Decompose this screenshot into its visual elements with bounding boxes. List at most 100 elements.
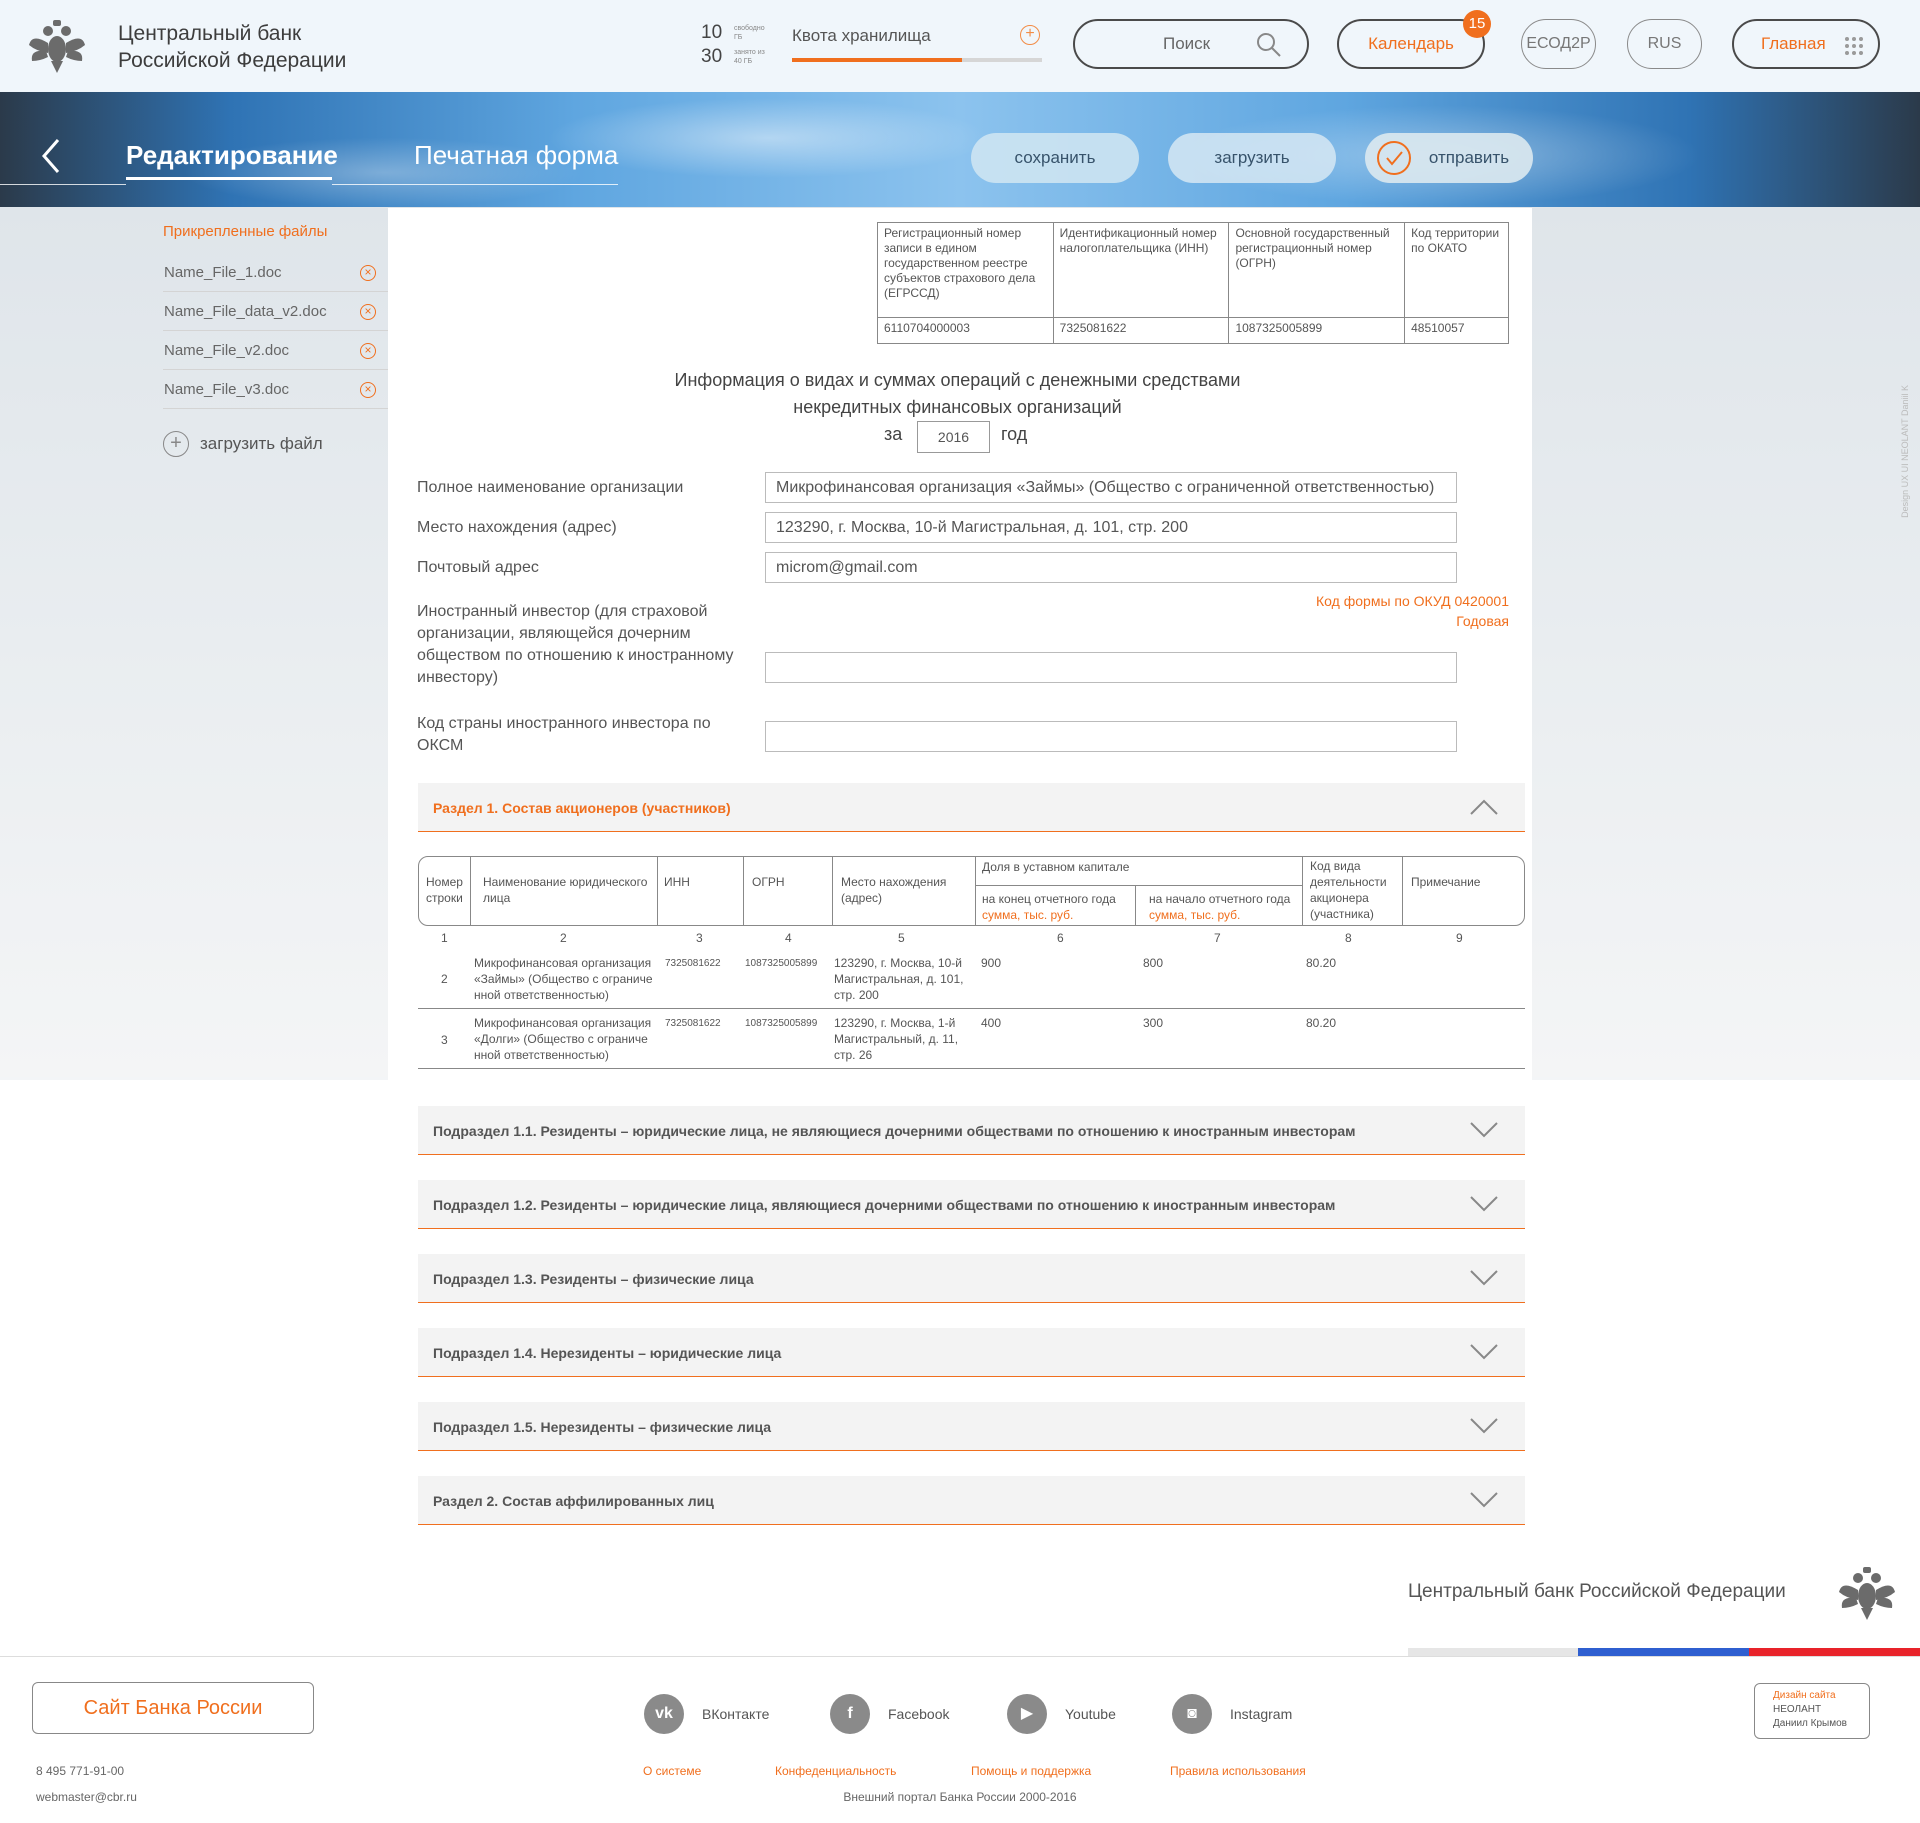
col-number: 5 xyxy=(898,931,905,945)
chevron-up-icon[interactable] xyxy=(1469,798,1499,816)
load-button[interactable]: загрузить xyxy=(1168,133,1336,183)
bank-site-button[interactable]: Сайт Банка России xyxy=(32,1682,314,1734)
tab-print-form[interactable]: Печатная форма xyxy=(414,140,618,171)
save-button[interactable]: сохранить xyxy=(971,133,1139,183)
address-field[interactable]: 123290, г. Москва, 10-й Магистральная, д… xyxy=(765,512,1457,543)
subsection-title: Подраздел 1.3. Резиденты – физические ли… xyxy=(433,1271,754,1287)
col-number: 7 xyxy=(1214,931,1221,945)
cell-name: Микрофинансовая организация «Долги» (Общ… xyxy=(474,1016,652,1062)
section-1-header[interactable]: Раздел 1. Состав акционеров (участников) xyxy=(418,783,1525,832)
remove-file-icon[interactable]: × xyxy=(360,382,376,398)
col-header-unit: сумма, тыс. руб. xyxy=(982,908,1074,922)
quota-add-icon[interactable]: + xyxy=(1020,25,1040,45)
org-name-field[interactable]: Микрофинансовая организация «Займы» (Общ… xyxy=(765,472,1457,503)
attached-file-item[interactable]: Name_File_v2.doc × xyxy=(163,331,388,370)
calendar-badge: 15 xyxy=(1463,10,1491,38)
remove-file-icon[interactable]: × xyxy=(360,343,376,359)
send-button[interactable]: отправить xyxy=(1365,133,1533,183)
cell-share-end: 900 xyxy=(981,956,1002,970)
design-credit[interactable]: Дизайн сайта НЕОЛАНТ Даниил Крымов xyxy=(1754,1683,1870,1739)
footer-link-about[interactable]: О системе xyxy=(643,1764,701,1778)
remove-file-icon[interactable]: × xyxy=(360,265,376,281)
social-label: Facebook xyxy=(888,1706,950,1722)
language-button[interactable]: RUS xyxy=(1627,19,1702,69)
col-separator xyxy=(1402,857,1403,925)
cell-ogrn: 1087325005899 xyxy=(745,958,818,969)
esod-button[interactable]: ЕСОД2Р xyxy=(1521,19,1596,69)
header: Центральный банк Российской Федерации 10… xyxy=(0,0,1920,92)
investor-country-field[interactable] xyxy=(765,721,1457,752)
footer-divider xyxy=(0,1656,1920,1657)
footer-bank-name: Центральный банк Российской Федерации xyxy=(1408,1581,1786,1602)
cell-name: Микрофинансовая организация «Займы» (Общ… xyxy=(474,956,653,1002)
search-input[interactable]: Поиск xyxy=(1163,34,1210,54)
subsection-1-3[interactable]: Подраздел 1.3. Резиденты – физические ли… xyxy=(418,1254,1525,1303)
reg-value: 6110704000003 xyxy=(877,317,1054,344)
back-arrow-icon[interactable] xyxy=(36,136,66,176)
chevron-down-icon[interactable] xyxy=(1469,1195,1499,1213)
cell-address: 123290, г. Москва, 10-й Магистральная, д… xyxy=(834,956,964,1002)
footer-link-help[interactable]: Помощь и поддержка xyxy=(971,1764,1091,1778)
grid-menu-icon xyxy=(1845,37,1863,55)
form-title-line-1: Информация о видах и суммах операций с д… xyxy=(674,370,1241,390)
tab-edit[interactable]: Редактирование xyxy=(126,140,338,171)
quota-free-label: свободно ГБ xyxy=(734,25,765,41)
subsection-1-5[interactable]: Подраздел 1.5. Нерезиденты – физические … xyxy=(418,1402,1525,1451)
attached-file-item[interactable]: Name_File_v3.doc × xyxy=(163,370,388,409)
footer-email[interactable]: webmaster@cbr.ru xyxy=(36,1790,137,1804)
col-separator xyxy=(743,857,744,925)
section-1-title: Раздел 1. Состав акционеров (участников) xyxy=(433,800,731,816)
cell-share-begin: 300 xyxy=(1143,1016,1164,1030)
logo-text: Центральный банк Российской Федерации xyxy=(118,20,346,74)
quota-progress-fill xyxy=(792,58,962,62)
col-number: 2 xyxy=(560,931,567,945)
remove-file-icon[interactable]: × xyxy=(360,304,376,320)
vertical-credit: Design UX UI NEOLANT Daniil K xyxy=(1900,385,1910,518)
cell-address: 123290, г. Москва, 1-й Магистральный, д.… xyxy=(834,1016,959,1062)
col-separator xyxy=(657,857,658,925)
cell-share-begin: 800 xyxy=(1143,956,1164,970)
reg-header: Регистрационный номер записи в едином го… xyxy=(877,222,1054,318)
footer-link-privacy[interactable]: Конфеденциальность xyxy=(775,1764,896,1778)
file-name: Name_File_data_v2.doc xyxy=(164,303,327,320)
footer-link-rules[interactable]: Правила использования xyxy=(1170,1764,1306,1778)
home-menu-button[interactable]: Главная xyxy=(1732,19,1880,69)
postal-address-field[interactable]: microm@gmail.com xyxy=(765,552,1457,583)
col-header-activity: Код вида деятельности акционера (участни… xyxy=(1310,859,1387,921)
col-header-inn: ИНН xyxy=(664,875,690,889)
social-label: Instagram xyxy=(1230,1706,1293,1722)
subsection-1-2[interactable]: Подраздел 1.2. Резиденты – юридические л… xyxy=(418,1180,1525,1229)
col-separator xyxy=(1135,886,1136,925)
subsection-1-1[interactable]: Подраздел 1.1. Резиденты – юридические л… xyxy=(418,1106,1525,1155)
search-field[interactable]: Поиск xyxy=(1073,19,1309,69)
col-number: 9 xyxy=(1456,931,1463,945)
subsection-title: Подраздел 1.5. Нерезиденты – физические … xyxy=(433,1419,772,1435)
subsection-title: Подраздел 1.2. Резиденты – юридические л… xyxy=(433,1197,1336,1213)
social-label: Youtube xyxy=(1065,1706,1116,1722)
subsection-1-4[interactable]: Подраздел 1.4. Нерезиденты – юридические… xyxy=(418,1328,1525,1377)
chevron-down-icon[interactable] xyxy=(1469,1491,1499,1509)
year-input[interactable]: 2016 xyxy=(917,421,990,453)
chevron-down-icon[interactable] xyxy=(1469,1343,1499,1361)
vk-icon: vk xyxy=(644,1694,684,1734)
chevron-down-icon[interactable] xyxy=(1469,1417,1499,1435)
double-eagle-emblem-icon[interactable] xyxy=(26,15,88,77)
attached-file-item[interactable]: Name_File_data_v2.doc × xyxy=(163,292,388,331)
attached-file-item[interactable]: Name_File_1.doc × xyxy=(163,253,388,292)
investor-country-label: Код страны иностранного инвестора по ОКС… xyxy=(417,715,711,754)
col-separator xyxy=(1302,857,1303,925)
instagram-icon: ◙ xyxy=(1172,1694,1212,1734)
search-icon[interactable] xyxy=(1255,31,1283,59)
design-line-3: Даниил Крымов xyxy=(1773,1718,1847,1729)
plus-circle-icon: + xyxy=(163,431,189,457)
reg-value: 1087325005899 xyxy=(1228,317,1406,344)
section-2[interactable]: Раздел 2. Состав аффилированных лиц xyxy=(418,1476,1525,1525)
upload-file-button[interactable]: + загрузить файл xyxy=(163,431,383,457)
chevron-down-icon[interactable] xyxy=(1469,1269,1499,1287)
reg-header: Идентификационный номер налогоплательщик… xyxy=(1052,222,1230,318)
foreign-investor-field[interactable] xyxy=(765,652,1457,683)
quota-used-value: 30 xyxy=(701,46,723,67)
file-name: Name_File_v3.doc xyxy=(164,381,290,398)
chevron-down-icon[interactable] xyxy=(1469,1121,1499,1139)
attached-files-title: Прикрепленные файлы xyxy=(163,223,328,240)
